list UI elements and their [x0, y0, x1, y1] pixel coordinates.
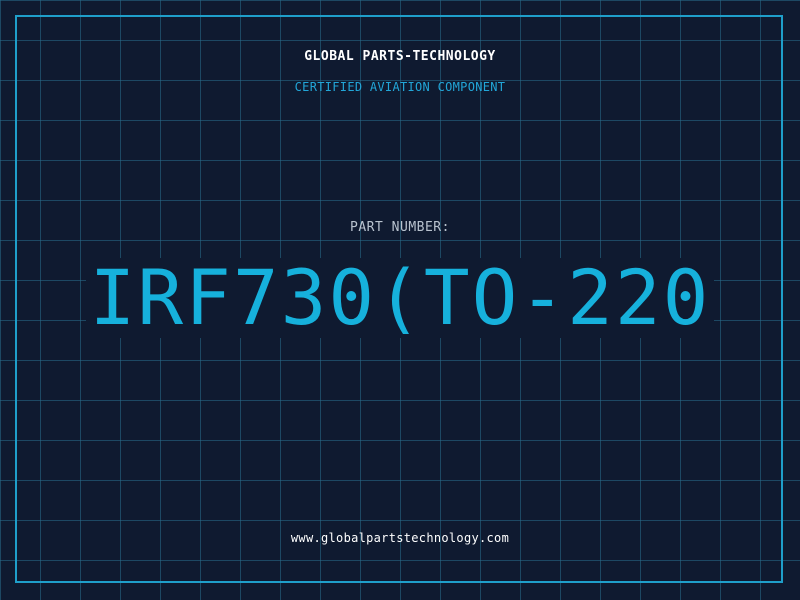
part-number-label: PART NUMBER:	[350, 220, 450, 235]
certification-subtitle: CERTIFIED AVIATION COMPONENT	[294, 80, 506, 94]
part-number-value: IRF730(TO-220	[85, 258, 715, 338]
part-number-container: IRF730(TO-220	[0, 258, 800, 338]
blueprint-grid-background: GLOBAL PARTS-TECHNOLOGY CERTIFIED AVIATI…	[0, 0, 800, 600]
company-name: GLOBAL PARTS-TECHNOLOGY	[304, 49, 496, 64]
website-url: www.globalpartstechnology.com	[290, 531, 510, 545]
